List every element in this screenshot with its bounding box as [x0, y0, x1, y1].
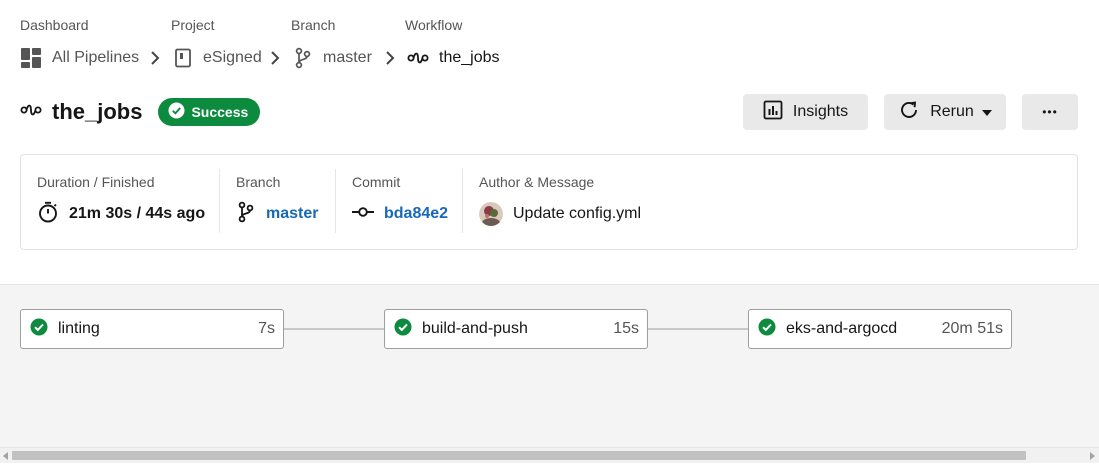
job-connector — [648, 328, 748, 330]
job-name: eks-and-argocd — [786, 320, 898, 337]
breadcrumb-branch-text: master — [323, 49, 372, 66]
job-card-eks-and-argocd[interactable]: eks-and-argocd 20m 51s — [748, 309, 1012, 349]
workflow-icon — [20, 102, 42, 123]
scrollbar-thumb[interactable] — [12, 451, 1026, 460]
avatar — [479, 202, 503, 226]
git-branch-icon — [293, 47, 313, 69]
breadcrumb: All Pipelines eSigned master the_jobs — [20, 46, 720, 70]
status-badge-text: Success — [191, 104, 249, 120]
scroll-left-arrow-icon[interactable] — [1, 451, 11, 461]
scroll-right-arrow-icon[interactable] — [1087, 451, 1097, 461]
success-check-icon — [30, 318, 48, 341]
branch-section: Branch master — [236, 171, 336, 233]
dashboard-grid-icon — [20, 47, 42, 69]
breadcrumb-label-branch: Branch — [291, 17, 336, 33]
divider — [335, 169, 336, 233]
breadcrumb-label-dashboard: Dashboard — [20, 17, 89, 33]
chevron-right-icon — [383, 48, 397, 68]
duration-value: 21m 30s / 44s ago — [69, 205, 206, 222]
commit-link[interactable]: bda84e2 — [384, 205, 448, 223]
breadcrumb-branch[interactable]: master — [293, 46, 372, 70]
commit-value-row[interactable]: bda84e2 — [352, 203, 448, 225]
chevron-right-icon — [268, 48, 282, 68]
rerun-button-label: Rerun — [930, 103, 974, 120]
page-bottom — [0, 463, 1099, 476]
branch-label: Branch — [236, 174, 281, 190]
commit-section: Commit bda84e2 — [352, 171, 462, 233]
status-badge: Success — [158, 98, 261, 126]
workflow-icon — [407, 50, 429, 66]
workflow-summary-card: Duration / Finished 21m 30s / 44s ago Br… — [20, 154, 1078, 250]
breadcrumb-label-workflow: Workflow — [405, 17, 463, 33]
branch-link[interactable]: master — [266, 205, 318, 223]
job-name: build-and-push — [422, 320, 528, 337]
breadcrumb-label-project: Project — [171, 17, 215, 33]
chevron-right-icon — [148, 48, 162, 68]
insights-button-label: Insights — [792, 103, 849, 120]
duration-value-row: 21m 30s / 44s ago — [37, 201, 206, 228]
author-label: Author & Message — [479, 174, 595, 190]
workflow-graph-canvas[interactable]: linting 7s build-and-push 15s eks-and-ar… — [0, 284, 1099, 447]
divider — [219, 169, 220, 233]
duration-section: Duration / Finished 21m 30s / 44s ago — [37, 171, 217, 233]
rerun-button[interactable]: Rerun — [884, 94, 1006, 130]
job-connector — [284, 328, 384, 330]
more-dots-icon: ••• — [1042, 105, 1058, 119]
insights-button[interactable]: Insights — [743, 94, 868, 130]
job-duration: 20m 51s — [941, 320, 1003, 337]
breadcrumb-workflow[interactable]: the_jobs — [407, 46, 500, 70]
job-duration: 7s — [258, 320, 275, 337]
commit-message: Update config.yml — [513, 205, 642, 222]
page-title: the_jobs — [52, 99, 143, 124]
job-card-linting[interactable]: linting 7s — [20, 309, 284, 349]
job-card-build-and-push[interactable]: build-and-push 15s — [384, 309, 648, 349]
title-row: the_jobs Success — [20, 94, 261, 130]
success-check-icon — [758, 318, 776, 341]
project-book-icon — [173, 48, 193, 68]
check-circle-icon — [168, 102, 185, 122]
breadcrumb-dashboard-text: All Pipelines — [52, 49, 140, 66]
breadcrumb-workflow-text: the_jobs — [439, 49, 500, 66]
job-duration: 15s — [613, 320, 639, 337]
git-branch-icon — [236, 201, 256, 228]
caret-down-icon — [981, 103, 992, 121]
commit-label: Commit — [352, 174, 401, 190]
author-value-row: Update config.yml — [479, 202, 642, 226]
bar-chart-icon — [763, 100, 783, 125]
job-name: linting — [58, 320, 100, 337]
success-check-icon — [394, 318, 412, 341]
stopwatch-icon — [37, 201, 59, 228]
author-section: Author & Message Update config.yml — [479, 171, 879, 233]
more-options-button[interactable]: ••• — [1022, 94, 1078, 130]
breadcrumb-project-text: eSigned — [203, 49, 262, 66]
git-commit-icon — [352, 205, 374, 223]
pipeline-header-area: Dashboard Project Branch Workflow All Pi… — [0, 0, 1099, 284]
horizontal-scrollbar[interactable] — [0, 447, 1099, 463]
branch-value-row[interactable]: master — [236, 201, 318, 228]
divider — [462, 169, 463, 233]
breadcrumb-dashboard[interactable]: All Pipelines — [20, 46, 139, 70]
duration-label: Duration / Finished — [37, 174, 155, 190]
breadcrumb-project[interactable]: eSigned — [173, 46, 262, 70]
refresh-icon — [898, 99, 920, 126]
